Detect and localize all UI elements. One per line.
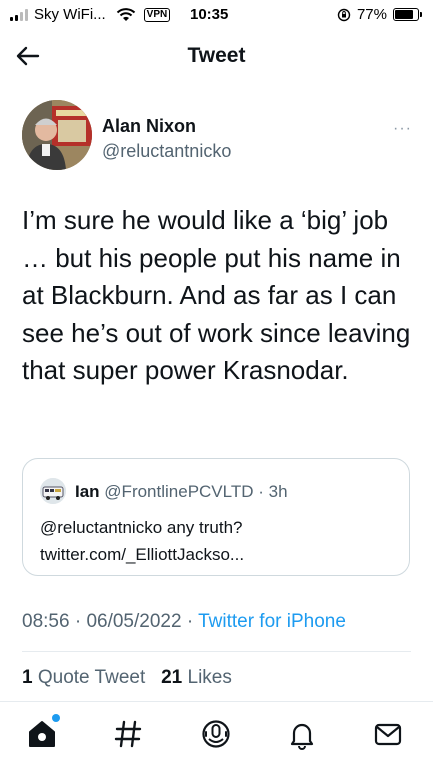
vpn-badge: VPN — [143, 7, 171, 22]
likes-stat[interactable]: 21 Likes — [161, 667, 232, 688]
quoted-text-line-2[interactable]: twitter.com/_ElliottJackso... — [40, 541, 244, 568]
status-time: 10:35 — [190, 6, 229, 23]
tweet-author: Alan Nixon @reluctantnicko ··· — [22, 100, 412, 174]
carrier-name: Sky WiFi... — [34, 6, 106, 23]
status-bar: Sky WiFi... VPN 10:35 77% — [0, 0, 433, 30]
quoted-age: 3h — [268, 482, 288, 501]
quoted-text: @reluctantnicko any truth? twitter.com/_… — [40, 514, 244, 568]
header: Tweet — [0, 30, 433, 84]
battery-icon — [393, 8, 422, 21]
divider — [22, 651, 411, 652]
status-right: 77% — [337, 6, 422, 23]
messages-icon[interactable] — [372, 718, 404, 750]
new-content-indicator — [52, 714, 60, 722]
home-icon[interactable] — [26, 718, 58, 750]
notifications-icon[interactable] — [286, 718, 318, 750]
quoted-text-line-1: @reluctantnicko any truth? — [40, 518, 243, 537]
page-title: Tweet — [187, 44, 246, 67]
tweet-stats: 1 Quote Tweet 21 Likes — [22, 667, 232, 689]
quote-tweet-stat[interactable]: 1 Quote Tweet — [22, 667, 145, 688]
tweet-source-link[interactable]: Twitter for iPhone — [198, 611, 346, 632]
wifi-icon — [116, 7, 135, 21]
battery-percent: 77% — [356, 6, 387, 23]
author-handle[interactable]: @reluctantnicko — [102, 141, 231, 162]
explore-icon[interactable] — [112, 718, 144, 750]
bottom-tab-bar — [0, 701, 433, 769]
quoted-header: Ian @FrontlinePCVLTD · 3h — [75, 482, 288, 502]
quoted-author-name: Ian — [75, 482, 100, 501]
meta-dot: · — [186, 611, 194, 632]
status-left: Sky WiFi... VPN — [10, 6, 171, 23]
tweet-time: 08:56 — [22, 611, 70, 632]
more-options-icon[interactable]: ··· — [393, 120, 412, 138]
author-avatar[interactable] — [22, 100, 92, 170]
quoted-dot: · — [258, 482, 264, 501]
signal-icon — [10, 8, 28, 21]
quoted-author-handle: @FrontlinePCVLTD — [104, 482, 254, 501]
tweet-date: 06/05/2022 — [86, 611, 182, 632]
tweet-meta: 08:56 · 06/05/2022 · Twitter for iPhone — [22, 611, 346, 633]
orientation-lock-icon — [337, 8, 351, 21]
quoted-tweet[interactable]: Ian @FrontlinePCVLTD · 3h @reluctantnick… — [22, 458, 410, 576]
author-name[interactable]: Alan Nixon — [102, 116, 196, 137]
spaces-icon[interactable] — [200, 718, 232, 750]
tweet-text: I’m sure he would like a ‘big’ job … but… — [22, 205, 411, 385]
meta-dot: · — [74, 611, 82, 632]
quoted-author-avatar — [40, 478, 66, 504]
